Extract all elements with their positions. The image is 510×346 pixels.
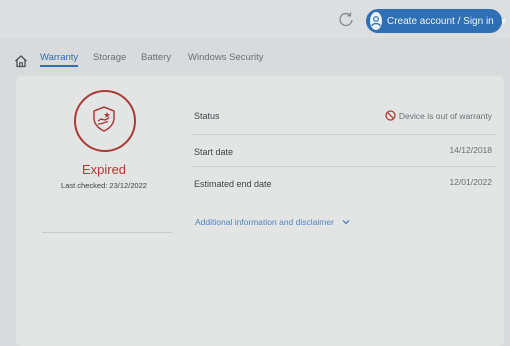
warranty-status-title: Expired — [81, 162, 127, 177]
row-divider — [192, 134, 496, 135]
chevron-down-icon: ▼ — [499, 16, 508, 26]
tab-warranty[interactable]: Warranty — [40, 52, 79, 67]
tab-windows-security[interactable]: Windows Security — [188, 52, 264, 63]
status-value-text: Device is out of warranty — [398, 110, 492, 121]
home-icon[interactable] — [14, 54, 28, 68]
disclaimer-link[interactable]: Additional information and disclaimer — [195, 217, 350, 227]
tab-storage[interactable]: Storage — [93, 52, 126, 63]
sign-in-button[interactable]: Create account / Sign in ▼ — [366, 9, 508, 33]
chevron-down-icon — [342, 220, 350, 225]
tab-bar: Warranty Storage Battery Windows Securit… — [0, 44, 510, 70]
sign-in-label: Create account / Sign in — [387, 15, 494, 27]
refresh-icon[interactable] — [338, 11, 354, 27]
user-icon — [370, 12, 382, 30]
shield-hand-icon — [93, 106, 115, 132]
status-value: Device is out of warranty — [385, 110, 492, 121]
no-entry-icon — [385, 110, 396, 121]
start-date-value: 14/12/2018 — [449, 145, 492, 155]
last-checked-text: Last checked: 23/12/2022 — [61, 181, 147, 190]
row-divider — [192, 166, 496, 167]
warranty-badge — [74, 90, 136, 152]
status-label: Status — [194, 111, 220, 121]
end-date-value: 12/01/2022 — [449, 177, 492, 187]
end-date-label: Estimated end date — [194, 179, 272, 189]
disclaimer-label: Additional information and disclaimer — [195, 217, 334, 227]
divider — [42, 232, 172, 233]
tab-battery[interactable]: Battery — [141, 52, 171, 63]
top-bar: Create account / Sign in ▼ — [0, 0, 510, 38]
start-date-label: Start date — [194, 147, 234, 157]
